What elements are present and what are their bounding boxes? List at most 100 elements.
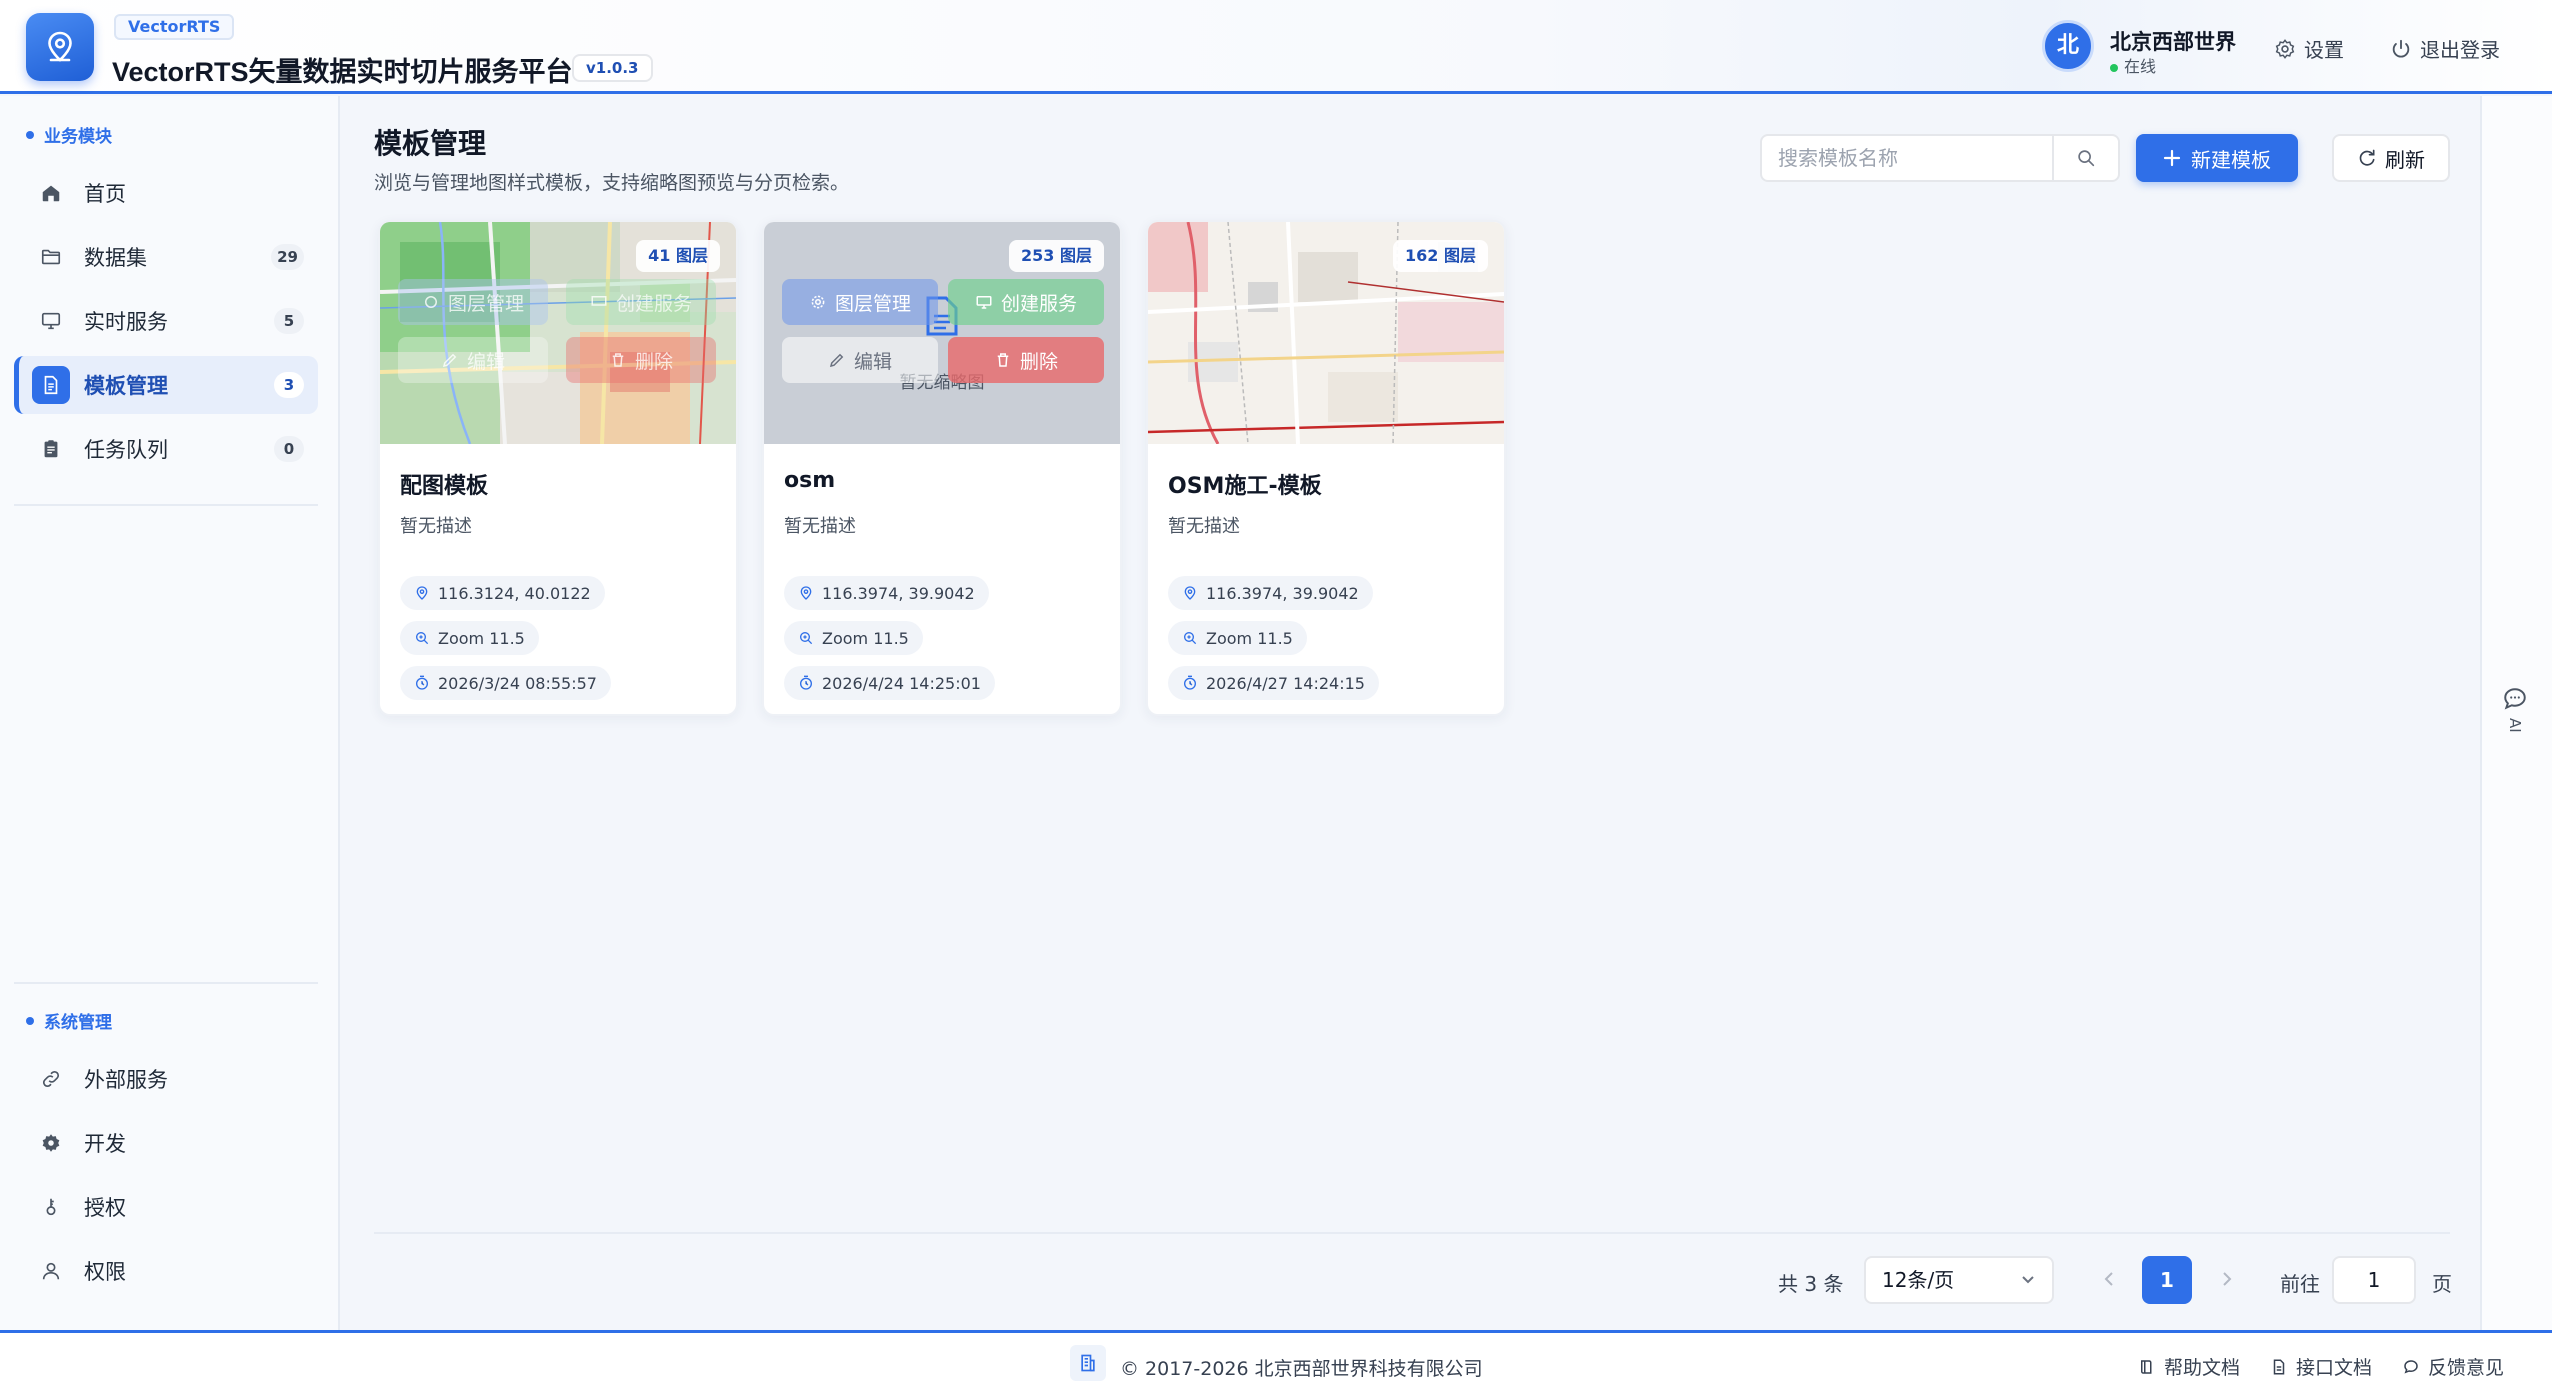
- time-value: 2026/4/24 14:25:01: [822, 673, 981, 693]
- template-name: osm: [784, 468, 836, 493]
- feedback-link[interactable]: 反馈意见: [2402, 1353, 2504, 1380]
- count-badge: 5: [274, 308, 304, 334]
- chevron-down-icon: [2020, 1258, 2036, 1317]
- template-description: 暂无描述: [400, 516, 472, 537]
- feedback-label: 反馈意见: [2428, 1357, 2505, 1379]
- layer-count-badge: 162 图层: [1393, 240, 1488, 272]
- sidebar-divider: [14, 982, 318, 984]
- plus-icon: [2163, 149, 2181, 167]
- edit-button[interactable]: 编辑: [782, 337, 938, 383]
- goto-label: 前往: [2280, 1272, 2320, 1296]
- sidebar: 业务模块 首页 数据集 29 实时服务 5 模板管理 3 任务队列 0 系统管理…: [0, 96, 340, 1330]
- top-header: VectorRTS VectorRTS矢量数据实时切片服务平台 v1.0.3 北…: [0, 0, 2552, 94]
- refresh-label: 刷新: [2385, 147, 2425, 172]
- api-docs-label: 接口文档: [2296, 1357, 2373, 1379]
- footer: © 2017-2026 北京西部世界科技有限公司 帮助文档 接口文档 反馈意见: [0, 1330, 2552, 1395]
- help-docs-link[interactable]: 帮助文档: [2138, 1353, 2240, 1380]
- edit-button[interactable]: 编辑: [398, 337, 548, 383]
- delete-button[interactable]: 删除: [948, 337, 1104, 383]
- center-chip: 116.3974, 39.9042: [1168, 576, 1373, 610]
- create-service-button[interactable]: 创建服务: [566, 279, 716, 325]
- time-value: 2026/3/24 08:55:57: [438, 673, 597, 693]
- center-chip: 116.3124, 40.0122: [400, 576, 605, 610]
- user-name: 北京西部世界: [2110, 30, 2236, 54]
- monitor-icon: [976, 296, 992, 309]
- page-size-select[interactable]: 12条/页: [1864, 1256, 2054, 1304]
- sidebar-item-license[interactable]: 授权: [14, 1178, 318, 1236]
- location-pin-icon: [1184, 586, 1196, 600]
- search-input[interactable]: [1762, 136, 2052, 180]
- sidebar-item-label: 数据集: [84, 246, 147, 270]
- layer-manage-button[interactable]: 图层管理: [782, 279, 938, 325]
- template-name: OSM施工-模板: [1168, 474, 1322, 499]
- search-button[interactable]: [2052, 136, 2118, 180]
- settings-button[interactable]: 设置: [2274, 34, 2344, 63]
- sidebar-item-develop[interactable]: 开发: [14, 1114, 318, 1172]
- template-thumbnail[interactable]: 暂无缩略图 253 图层 图层管理 创建服务 编辑 删除: [764, 222, 1120, 444]
- new-template-label: 新建模板: [2191, 147, 2271, 172]
- delete-label: 删除: [634, 350, 673, 373]
- sidebar-item-permissions[interactable]: 权限: [14, 1242, 318, 1300]
- refresh-button[interactable]: 刷新: [2332, 134, 2450, 182]
- brand-tag: VectorRTS: [114, 14, 235, 40]
- avatar[interactable]: 北: [2042, 20, 2094, 72]
- clock-icon: [1184, 675, 1196, 690]
- sidebar-item-label: 实时服务: [84, 310, 168, 334]
- footer-copyright: © 2017-2026 北京西部世界科技有限公司: [1070, 1345, 1483, 1381]
- monitor-icon: [591, 296, 607, 306]
- zoom-icon: [1184, 632, 1197, 645]
- zoom-chip: Zoom 11.5: [1168, 621, 1307, 655]
- building-icon: [1070, 1345, 1106, 1381]
- chevron-right-icon: [2223, 1272, 2232, 1286]
- page-subtitle: 浏览与管理地图样式模板，支持缩略图预览与分页检索。: [374, 172, 850, 194]
- edit-label: 编辑: [466, 350, 505, 373]
- page-number-button[interactable]: 1: [2142, 1256, 2192, 1304]
- ai-assistant-button[interactable]: AI: [2502, 686, 2528, 733]
- app-title: VectorRTS矢量数据实时切片服务平台: [112, 57, 573, 87]
- template-description: 暂无描述: [784, 516, 856, 537]
- sidebar-item-label: 权限: [84, 1260, 126, 1284]
- prev-page-button[interactable]: [2102, 1268, 2116, 1296]
- template-card[interactable]: 暂无缩略图 253 图层 图层管理 创建服务 编辑 删除 osm 暂无描述 11…: [762, 220, 1122, 716]
- sidebar-item-home[interactable]: 首页: [14, 164, 318, 222]
- sidebar-item-datasets[interactable]: 数据集 29: [14, 228, 318, 286]
- logout-button[interactable]: 退出登录: [2390, 34, 2500, 63]
- clipboard-icon: [32, 430, 70, 468]
- time-value: 2026/4/27 14:24:15: [1206, 673, 1365, 693]
- template-card[interactable]: 41 图层 图层管理 创建服务 编辑 删除 配图模板 暂无描述 116.3124…: [378, 220, 738, 716]
- location-pin-icon: [416, 586, 428, 600]
- section-dot-icon: [26, 1016, 34, 1025]
- template-thumbnail[interactable]: 162 图层: [1148, 222, 1504, 444]
- new-template-button[interactable]: 新建模板: [2136, 134, 2298, 182]
- app-logo[interactable]: [26, 13, 94, 81]
- user-icon: [32, 1252, 70, 1290]
- center-value: 116.3974, 39.9042: [822, 583, 975, 603]
- ai-label: AI: [2506, 718, 2524, 733]
- system-section-label: 系统管理: [44, 1013, 112, 1033]
- sidebar-item-task-queue[interactable]: 任务队列 0: [14, 420, 318, 478]
- template-card[interactable]: 162 图层 OSM施工-模板 暂无描述 116.3974, 39.9042 Z…: [1146, 220, 1506, 716]
- document-icon: [2273, 1359, 2285, 1374]
- user-status: 在线: [2110, 53, 2156, 77]
- center-value: 116.3124, 40.0122: [438, 583, 591, 603]
- online-dot-icon: [2110, 63, 2118, 72]
- sidebar-item-external-services[interactable]: 外部服务: [14, 1050, 318, 1108]
- template-name: 配图模板: [400, 474, 489, 499]
- sidebar-item-label: 首页: [84, 182, 126, 206]
- business-section-title: 业务模块: [26, 122, 112, 147]
- version-tag: v1.0.3: [572, 54, 653, 82]
- zoom-chip: Zoom 11.5: [784, 621, 923, 655]
- sidebar-item-realtime-services[interactable]: 实时服务 5: [14, 292, 318, 350]
- layer-manage-button[interactable]: 图层管理: [398, 279, 548, 325]
- page-title: 模板管理: [374, 127, 487, 160]
- create-service-button[interactable]: 创建服务: [948, 279, 1104, 325]
- sidebar-divider: [14, 504, 318, 506]
- sidebar-item-templates[interactable]: 模板管理 3: [14, 356, 318, 414]
- api-docs-link[interactable]: 接口文档: [2270, 1353, 2372, 1380]
- delete-button[interactable]: 删除: [566, 337, 716, 383]
- trash-icon: [612, 353, 624, 367]
- next-page-button[interactable]: [2220, 1268, 2234, 1296]
- goto-page-input[interactable]: 1: [2332, 1256, 2416, 1304]
- time-chip: 2026/3/24 08:55:57: [400, 666, 611, 700]
- template-thumbnail[interactable]: 41 图层 图层管理 创建服务 编辑 删除: [380, 222, 736, 444]
